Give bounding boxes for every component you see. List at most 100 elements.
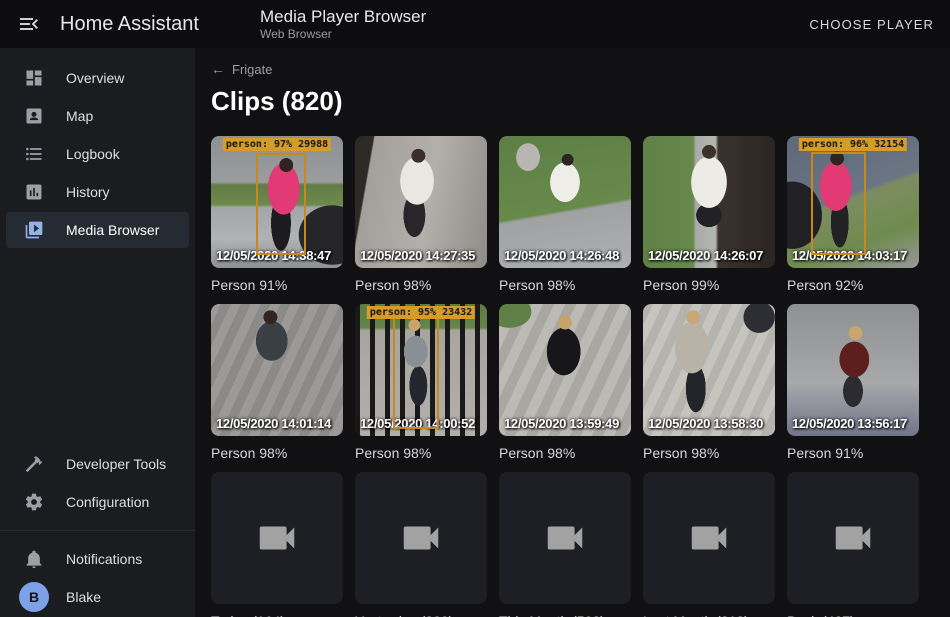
- clip-thumbnail[interactable]: 12/05/2020 14:27:35: [355, 136, 487, 268]
- folder-card-yesterday[interactable]: Yesterday (209): [355, 472, 487, 617]
- video-camera-icon: [398, 515, 444, 561]
- clip-thumbnail[interactable]: 12/05/2020 14:26:48: [499, 136, 631, 268]
- topbar-left: Home Assistant: [0, 12, 195, 36]
- clip-timestamp: 12/05/2020 13:59:49: [504, 416, 619, 431]
- clip-timestamp: 12/05/2020 13:56:17: [792, 416, 907, 431]
- sidebar-item-configuration[interactable]: Configuration: [6, 484, 189, 520]
- map-account-icon: [24, 106, 44, 126]
- folder-thumbnail[interactable]: [643, 472, 775, 604]
- clip-caption: Person 99%: [643, 275, 775, 295]
- clip-timestamp: 12/05/2020 13:58:30: [648, 416, 763, 431]
- detection-label: person: 95% 23432: [367, 306, 475, 319]
- folder-caption: This Month (502): [499, 611, 631, 617]
- clip-timestamp: 12/05/2020 14:26:48: [504, 248, 619, 263]
- detection-box: [393, 312, 439, 430]
- sidebar-item-notifications[interactable]: Notifications: [6, 541, 189, 577]
- clip-timestamp: 12/05/2020 14:27:35: [360, 248, 475, 263]
- clip-card[interactable]: person: 97% 29988 12/05/2020 14:38:47 Pe…: [211, 136, 343, 295]
- video-camera-icon: [254, 515, 300, 561]
- choose-player-button[interactable]: CHOOSE PLAYER: [809, 17, 934, 32]
- sidebar-item-label: Notifications: [66, 551, 142, 567]
- clip-caption: Person 98%: [499, 443, 631, 463]
- sidebar-item-media-browser[interactable]: Media Browser: [6, 212, 189, 248]
- clip-caption: Person 91%: [787, 443, 919, 463]
- media-browser-content: ← Frigate Clips (820) person: 97% 29988 …: [195, 48, 950, 617]
- clip-caption: Person 98%: [355, 275, 487, 295]
- clip-card[interactable]: 12/05/2020 13:58:30 Person 98%: [643, 304, 775, 463]
- folder-card-today[interactable]: Today (164): [211, 472, 343, 617]
- dashboard-icon: [24, 68, 44, 88]
- folder-thumbnail[interactable]: [355, 472, 487, 604]
- sidebar-spacer: [0, 250, 195, 446]
- clip-card[interactable]: 12/05/2020 14:27:35 Person 98%: [355, 136, 487, 295]
- folder-caption: Yesterday (209): [355, 611, 487, 617]
- clip-caption: Person 92%: [787, 275, 919, 295]
- breadcrumb-back[interactable]: ← Frigate: [211, 62, 272, 77]
- clip-card[interactable]: person: 96% 32154 12/05/2020 14:03:17 Pe…: [787, 136, 919, 295]
- clip-thumbnail[interactable]: person: 97% 29988 12/05/2020 14:38:47: [211, 136, 343, 268]
- folder-card-this-month[interactable]: This Month (502): [499, 472, 631, 617]
- list-bulleted-icon: [24, 144, 44, 164]
- clip-card[interactable]: 12/05/2020 14:01:14 Person 98%: [211, 304, 343, 463]
- clip-thumbnail[interactable]: person: 96% 32154 12/05/2020 14:03:17: [787, 136, 919, 268]
- clip-timestamp: 12/05/2020 14:26:07: [648, 248, 763, 263]
- detection-box: [256, 153, 306, 255]
- sidebar-item-label: History: [66, 184, 110, 200]
- user-name-label: Blake: [66, 589, 101, 605]
- clip-card[interactable]: person: 95% 23432 12/05/2020 14:00:52 Pe…: [355, 304, 487, 463]
- sidebar-toggle-button[interactable]: [17, 12, 41, 36]
- play-box-multiple-icon: [24, 220, 44, 240]
- clip-caption: Person 98%: [211, 443, 343, 463]
- clip-caption: Person 98%: [499, 275, 631, 295]
- page-header: Media Player Browser Web Browser: [260, 7, 426, 41]
- detection-label: person: 97% 29988: [223, 138, 331, 151]
- sidebar-item-user-profile[interactable]: B Blake: [6, 579, 189, 615]
- menu-open-icon: [17, 23, 41, 40]
- sidebar-item-logbook[interactable]: Logbook: [6, 136, 189, 172]
- folder-thumbnail[interactable]: [787, 472, 919, 604]
- folder-card-last-month[interactable]: Last Month (318): [643, 472, 775, 617]
- detection-label: person: 96% 32154: [799, 138, 907, 151]
- video-camera-icon: [686, 515, 732, 561]
- clip-thumbnail[interactable]: 12/05/2020 13:56:17: [787, 304, 919, 436]
- clip-thumbnail[interactable]: 12/05/2020 13:59:49: [499, 304, 631, 436]
- page-title: Clips (820): [211, 86, 934, 117]
- clip-card[interactable]: 12/05/2020 13:59:49 Person 98%: [499, 304, 631, 463]
- folder-card-back[interactable]: Back (427): [787, 472, 919, 617]
- clip-caption: Person 98%: [355, 443, 487, 463]
- folder-thumbnail[interactable]: [499, 472, 631, 604]
- gear-icon: [24, 492, 44, 512]
- clip-card[interactable]: 12/05/2020 13:56:17 Person 91%: [787, 304, 919, 463]
- hammer-icon: [24, 454, 44, 474]
- sidebar-item-label: Configuration: [66, 494, 149, 510]
- app-title: Home Assistant: [60, 13, 199, 36]
- sidebar-item-label: Developer Tools: [66, 456, 166, 472]
- back-arrow-icon: ←: [211, 63, 225, 76]
- clip-caption: Person 91%: [211, 275, 343, 295]
- clip-thumbnail[interactable]: 12/05/2020 14:01:14: [211, 304, 343, 436]
- sidebar-item-history[interactable]: History: [6, 174, 189, 210]
- sidebar-item-label: Map: [66, 108, 93, 124]
- folder-caption: Today (164): [211, 611, 343, 617]
- clip-card[interactable]: 12/05/2020 14:26:48 Person 98%: [499, 136, 631, 295]
- header-title: Media Player Browser: [260, 7, 426, 27]
- sidebar-item-label: Overview: [66, 70, 124, 86]
- folder-caption: Back (427): [787, 611, 919, 617]
- clip-card[interactable]: 12/05/2020 14:26:07 Person 99%: [643, 136, 775, 295]
- sidebar-divider: [0, 530, 195, 531]
- clip-thumbnail[interactable]: 12/05/2020 13:58:30: [643, 304, 775, 436]
- folder-caption: Last Month (318): [643, 611, 775, 617]
- clip-thumbnail[interactable]: 12/05/2020 14:26:07: [643, 136, 775, 268]
- sidebar-item-overview[interactable]: Overview: [6, 60, 189, 96]
- folder-thumbnail[interactable]: [211, 472, 343, 604]
- sidebar-item-label: Media Browser: [66, 222, 159, 238]
- sidebar-item-developer-tools[interactable]: Developer Tools: [6, 446, 189, 482]
- video-camera-icon: [542, 515, 588, 561]
- detection-box: [811, 152, 866, 255]
- sidebar: Overview Map Logbook History Media Brows…: [0, 48, 195, 617]
- chart-box-icon: [24, 182, 44, 202]
- clip-thumbnail[interactable]: person: 95% 23432 12/05/2020 14:00:52: [355, 304, 487, 436]
- sidebar-item-map[interactable]: Map: [6, 98, 189, 134]
- breadcrumb-label: Frigate: [232, 62, 272, 77]
- video-camera-icon: [830, 515, 876, 561]
